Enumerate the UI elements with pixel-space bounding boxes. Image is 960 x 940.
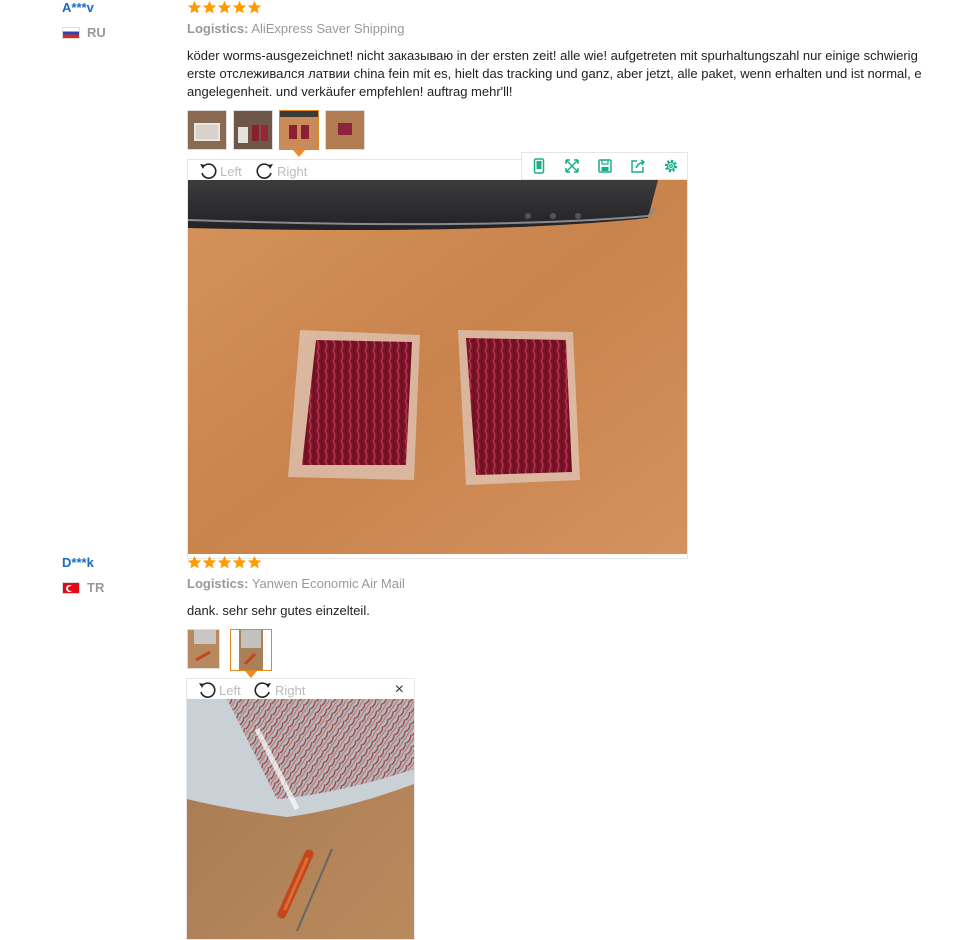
logistics-value: AliExpress Saver Shipping xyxy=(251,21,405,36)
photo-thumbnail[interactable] xyxy=(233,110,273,150)
review-text-line: köder worms-ausgezeichnet! nicht заказыв… xyxy=(187,48,918,63)
star-icon xyxy=(202,555,217,569)
photo-thumbnail[interactable] xyxy=(325,110,365,150)
reviewer-info: D***k TR xyxy=(62,555,104,595)
review-content: Logistics: Yanwen Economic Air Mail dank… xyxy=(187,555,405,678)
photo-thumbnail[interactable] xyxy=(187,110,227,150)
star-rating xyxy=(187,0,922,16)
rotate-left-label: Left xyxy=(219,682,241,698)
share-button[interactable] xyxy=(621,153,654,179)
rotate-left-button[interactable]: Left xyxy=(198,161,242,181)
close-viewer-button[interactable]: × xyxy=(395,682,404,698)
star-icon xyxy=(217,0,232,14)
logistics-info: Logistics: AliExpress Saver Shipping xyxy=(187,21,922,37)
country-code: RU xyxy=(87,25,106,40)
country-code: TR xyxy=(87,580,105,595)
rotate-right-button[interactable]: Right xyxy=(255,161,307,181)
review-text: dank. sehr sehr gutes einzelteil. xyxy=(187,602,405,620)
phone-view-button[interactable] xyxy=(522,153,555,179)
share-icon xyxy=(630,159,645,173)
rotate-left-button[interactable]: Left xyxy=(197,680,241,700)
photo-thumbnail-active[interactable] xyxy=(230,629,272,678)
photo-thumbnail-active[interactable] xyxy=(279,110,319,157)
review-photo[interactable] xyxy=(187,699,414,939)
fullscreen-button[interactable] xyxy=(555,153,588,179)
review-photo[interactable] xyxy=(188,180,687,554)
star-icon xyxy=(187,555,202,569)
reviewer-country: RU xyxy=(62,25,106,40)
logistics-info: Logistics: Yanwen Economic Air Mail xyxy=(187,576,405,592)
rotate-right-icon xyxy=(256,163,273,179)
rotate-left-label: Left xyxy=(220,163,242,179)
save-button[interactable] xyxy=(588,153,621,179)
turkey-flag-icon xyxy=(62,581,80,594)
review-text: köder worms-ausgezeichnet! nicht заказыв… xyxy=(187,47,922,101)
settings-icon xyxy=(664,159,677,173)
reviewer-country: TR xyxy=(62,580,104,595)
photo-thumbnails xyxy=(187,110,922,157)
review-text-line: erste отслеживался латвии china fein mit… xyxy=(187,66,922,81)
rotate-left-icon xyxy=(200,163,217,179)
star-rating xyxy=(187,555,405,571)
rotate-left-icon xyxy=(199,682,216,698)
review-text-line: dank. sehr sehr gutes einzelteil. xyxy=(187,603,370,618)
star-icon xyxy=(217,555,232,569)
reviewer-info: A***v RU xyxy=(62,0,106,40)
photo-thumbnails xyxy=(187,629,405,678)
logistics-label: Logistics: xyxy=(187,576,249,591)
logistics-label: Logistics: xyxy=(187,21,249,36)
star-icon xyxy=(202,0,217,14)
rotate-right-label: Right xyxy=(277,163,308,179)
star-icon xyxy=(232,0,247,14)
rotate-right-button[interactable]: Right xyxy=(253,680,305,700)
russia-flag-icon xyxy=(62,26,80,39)
photo-thumbnail[interactable] xyxy=(187,629,220,669)
photo-viewer: Left Right × xyxy=(186,678,415,940)
rotate-right-icon xyxy=(254,682,271,698)
save-icon xyxy=(597,159,612,173)
review-content: Logistics: AliExpress Saver Shipping köd… xyxy=(187,0,922,157)
settings-button[interactable] xyxy=(654,153,687,179)
star-icon xyxy=(232,555,247,569)
viewer-tools xyxy=(521,152,688,180)
reviewer-name[interactable]: D***k xyxy=(62,555,104,571)
logistics-value: Yanwen Economic Air Mail xyxy=(251,576,405,591)
rotate-right-label: Right xyxy=(275,682,306,698)
star-icon xyxy=(247,0,262,14)
phone-icon xyxy=(533,158,544,174)
fullscreen-icon xyxy=(564,159,579,173)
viewer-toolbar: Left Right × xyxy=(187,679,414,699)
star-icon xyxy=(247,555,262,569)
review-text-line: angelegenheit. und verkäufer empfehlen! … xyxy=(187,84,513,99)
photo-viewer: Left Right xyxy=(187,152,688,559)
star-icon xyxy=(187,0,202,14)
reviewer-name[interactable]: A***v xyxy=(62,0,106,16)
